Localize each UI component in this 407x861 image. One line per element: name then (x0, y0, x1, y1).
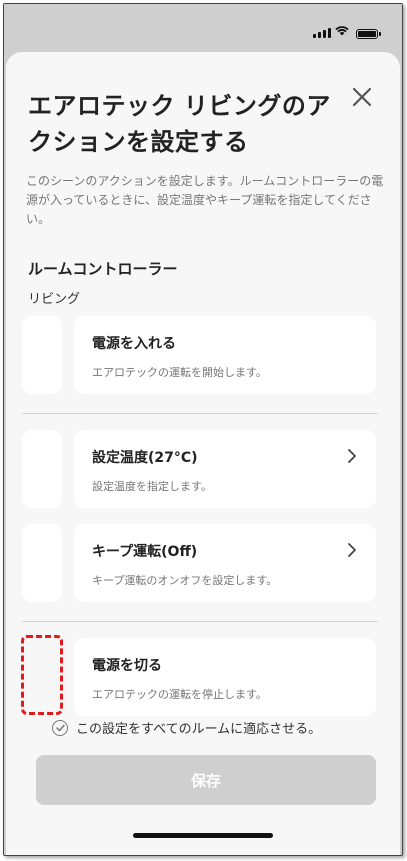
action-title: 電源を切る (92, 658, 162, 674)
chevron-right-icon (348, 449, 356, 463)
divider (22, 621, 378, 622)
action-card-set-temperature[interactable]: 設定温度(27°C) 設定温度を指定します。 (74, 430, 376, 508)
section-title: ルームコントローラー (28, 260, 178, 278)
apply-all-label: この設定をすべてのルームに適応させる。 (76, 722, 322, 737)
action-subtitle: キープ運転のオンオフを設定します。 (92, 574, 278, 587)
action-subtitle: エアロテックの運転を停止します。 (92, 688, 267, 701)
action-card-power-on[interactable]: 電源を入れる エアロテックの運転を開始します。 (74, 316, 376, 394)
room-name: リビング (28, 292, 81, 307)
action-subtitle: エアロテックの運転を開始します。 (92, 366, 267, 379)
close-icon[interactable] (351, 86, 373, 108)
action-title: キープ運転(Off) (92, 544, 198, 560)
cellular-signal-icon (313, 28, 331, 38)
action-title: 設定温度(27°C) (92, 450, 198, 466)
action-subtitle: 設定温度を指定します。 (92, 480, 212, 493)
wifi-icon (335, 26, 349, 36)
check-circle-icon[interactable] (52, 719, 68, 736)
action-card-power-off[interactable]: 電源を切る エアロテックの運転を停止します。 (74, 638, 376, 716)
phone-frame: エアロテック リビングのアクションを設定する このシーンのアクションを設定します… (3, 3, 403, 856)
home-indicator (133, 833, 273, 838)
action-title: 電源を入れる (92, 336, 176, 352)
action-slot-placeholder (22, 430, 62, 508)
save-button[interactable]: 保存 (36, 755, 376, 805)
description: このシーンのアクションを設定します。ルームコントローラーの電源が入っているときに… (26, 174, 384, 226)
action-sheet: エアロテック リビングのアクションを設定する このシーンのアクションを設定します… (6, 52, 400, 855)
action-slot-placeholder (22, 524, 62, 602)
action-slot-placeholder (22, 316, 62, 394)
divider (22, 413, 378, 414)
chevron-right-icon (348, 543, 356, 557)
action-card-keep-operation[interactable]: キープ運転(Off) キープ運転のオンオフを設定します。 (74, 524, 376, 602)
apply-all-rooms-toggle[interactable]: この設定をすべてのルームに適応させる。 (52, 718, 321, 737)
page-title: エアロテック リビングのアクションを設定する (28, 92, 331, 156)
battery-icon (356, 29, 381, 39)
status-bar (4, 4, 402, 50)
highlight-placeholder[interactable] (21, 635, 63, 715)
